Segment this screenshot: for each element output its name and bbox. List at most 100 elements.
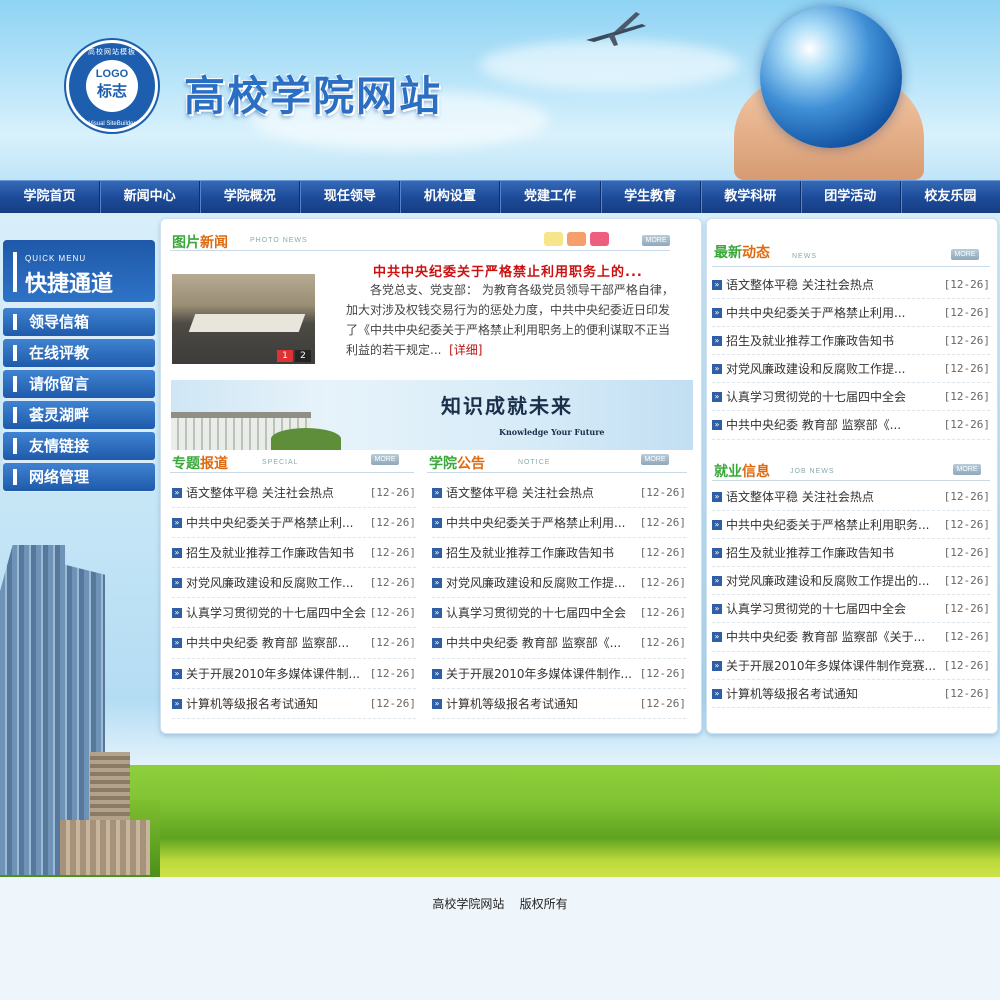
logo-center: LOGO 标志	[86, 60, 138, 112]
footer-copyright: 高校学院网站 版权所有	[432, 897, 568, 911]
divider	[170, 472, 414, 473]
jobs-list: » 语文整体平稳 关注社会热点 [12-26] » 中共中央纪委关于严格禁止利用职务.…	[712, 483, 990, 708]
special-list: » 语文整体平稳 关注社会热点 [12-26] » 中共中央纪委关于严格禁止利...[…	[172, 478, 416, 719]
nav-item-departments[interactable]: 机构设置	[400, 181, 501, 213]
latest-more-button[interactable]: MORE	[951, 249, 979, 260]
list-item[interactable]: » 招生及就业推荐工作廉政告知书 [12-26]	[712, 539, 990, 568]
news-detail-link[interactable]: [详细]	[449, 343, 482, 357]
list-item[interactable]: » 认真学习贯彻党的十七届四中全会 [12-26]	[712, 383, 990, 412]
quick-item-evaluation[interactable]: 在线评教	[3, 339, 155, 367]
logo-ring-text: 高校网站模板	[88, 48, 136, 56]
nav-item-home[interactable]: 学院首页	[0, 181, 101, 213]
banner-title: 知识成就未来	[441, 394, 573, 418]
list-item[interactable]: » 中共中央纪委 教育部 监察部... [12-26]	[172, 628, 416, 659]
list-item[interactable]: » 中共中央纪委关于严格禁止利... [12-26]	[172, 508, 416, 539]
list-item[interactable]: » 认真学习贯彻党的十七届四中全会 [12-26]	[712, 595, 990, 624]
list-item[interactable]: » 计算机等级报名考试通知 [12-26]	[712, 680, 990, 708]
quick-item-label: 荟灵湖畔	[29, 406, 90, 424]
list-item[interactable]: » 中共中央纪委关于严格禁止利用... [12-26]	[432, 508, 686, 539]
list-item[interactable]: » 中共中央纪委关于严格禁止利用... [12-26]	[712, 299, 990, 328]
knowledge-banner[interactable]: 知识成就未来 Knowledge Your Future	[171, 380, 693, 450]
special-en: SPECIAL	[262, 459, 299, 466]
list-item[interactable]: » 关于开展2010年多媒体课件制作竞赛... [12-26]	[712, 652, 990, 680]
logo-word: LOGO	[95, 68, 129, 80]
globe-image	[760, 6, 902, 148]
site-logo[interactable]: 高校网站模板 LOGO 标志 Visual SiteBuilder	[66, 40, 158, 132]
quick-menu-header: QUICK MENU 快捷通道	[3, 240, 155, 302]
special-title: 专题报道	[172, 456, 228, 472]
list-item[interactable]: » 对党风廉政建设和反腐败工作... [12-26]	[172, 568, 416, 599]
photo-page-2[interactable]: 2	[295, 350, 311, 362]
quick-item-links[interactable]: 友情链接	[3, 432, 155, 460]
jobs-en: JOB NEWS	[790, 468, 835, 475]
notice-more-button[interactable]: MORE	[641, 454, 669, 465]
quick-item-mailbox[interactable]: 领导信箱	[3, 308, 155, 336]
photo-pager: 1 2	[277, 350, 311, 362]
list-item[interactable]: » 中共中央纪委关于严格禁止利用职务... [12-26]	[712, 511, 990, 540]
nav-item-alumni[interactable]: 校友乐园	[901, 181, 1000, 213]
color-dot-pink[interactable]	[590, 232, 609, 246]
notice-en: NOTICE	[518, 459, 551, 466]
color-switcher[interactable]	[544, 232, 609, 246]
list-item[interactable]: » 招生及就业推荐工作廉政告知书 [12-26]	[432, 538, 686, 569]
list-item[interactable]: » 对党风廉政建设和反腐败工作提... [12-26]	[712, 355, 990, 384]
color-dot-orange[interactable]	[567, 232, 586, 246]
main-nav: 学院首页 新闻中心 学院概况 现任领导 机构设置 党建工作 学生教育 教学科研 …	[0, 180, 1000, 213]
photo-page-1[interactable]: 1	[277, 350, 293, 362]
photo-news-en: PHOTO NEWS	[250, 237, 308, 244]
quick-item-label: 请你留言	[29, 375, 90, 393]
building-image	[60, 820, 150, 875]
nav-item-party[interactable]: 党建工作	[500, 181, 601, 213]
quick-item-lake[interactable]: 荟灵湖畔	[3, 401, 155, 429]
list-item[interactable]: » 招生及就业推荐工作廉政告知书 [12-26]	[712, 327, 990, 356]
divider	[712, 266, 990, 267]
list-item[interactable]: » 语文整体平稳 关注社会热点 [12-26]	[172, 478, 416, 509]
list-item[interactable]: » 认真学习贯彻党的十七届四中全会 [12-26]	[432, 598, 686, 629]
nav-item-students[interactable]: 学生教育	[601, 181, 701, 213]
nav-item-research[interactable]: 教学科研	[701, 181, 801, 213]
list-item[interactable]: » 中共中央纪委 教育部 监察部《关于... [12-26]	[712, 623, 990, 652]
jobs-title: 就业信息	[714, 464, 770, 480]
color-dot-yellow[interactable]	[544, 232, 563, 246]
list-item[interactable]: » 招生及就业推荐工作廉政告知书 [12-26]	[172, 538, 416, 569]
list-item[interactable]: » 关于开展2010年多媒体课件制作... [12-26]	[432, 659, 686, 689]
logo-ring-bottom: Visual SiteBuilder	[88, 121, 136, 127]
list-item[interactable]: » 语文整体平稳 关注社会热点 [12-26]	[712, 483, 990, 512]
quick-menu-en: QUICK MENU	[25, 254, 87, 263]
list-item[interactable]: » 计算机等级报名考试通知 [12-26]	[172, 689, 416, 719]
special-more-button[interactable]: MORE	[371, 454, 399, 465]
list-item[interactable]: » 对党风廉政建设和反腐败工作提... [12-26]	[432, 568, 686, 599]
airplane-icon	[586, 12, 646, 46]
photo-news-more-button[interactable]: MORE	[642, 235, 670, 246]
nav-item-overview[interactable]: 学院概况	[200, 181, 301, 213]
quick-item-label: 在线评教	[29, 344, 90, 362]
list-item[interactable]: » 语文整体平稳 关注社会热点 [12-26]	[712, 271, 990, 300]
grass-field-image	[130, 765, 1000, 877]
list-item[interactable]: » 中共中央纪委 教育部 监察部《... [12-26]	[432, 628, 686, 659]
quick-item-label: 领导信箱	[29, 313, 90, 331]
list-item[interactable]: » 关于开展2010年多媒体课件制... [12-26]	[172, 659, 416, 689]
photo-news-title: 图片新闻	[172, 235, 228, 251]
notice-list: » 语文整体平稳 关注社会热点 [12-26] » 中共中央纪委关于严格禁止利用...…	[432, 478, 686, 719]
quick-item-message[interactable]: 请你留言	[3, 370, 155, 398]
site-title: 高校学院网站	[184, 72, 442, 120]
quick-item-admin[interactable]: 网络管理	[3, 463, 155, 491]
list-item[interactable]: » 认真学习贯彻党的十七届四中全会 [12-26]	[172, 598, 416, 629]
latest-title: 最新动态	[714, 245, 770, 261]
list-item[interactable]: » 对党风廉政建设和反腐败工作提出的... [12-26]	[712, 567, 990, 596]
latest-en: NEWS	[792, 253, 817, 260]
photo-table	[188, 314, 306, 332]
banner-trees	[271, 428, 341, 450]
logo-cn: 标志	[96, 82, 127, 100]
quick-item-label: 网络管理	[29, 468, 90, 486]
list-item[interactable]: » 语文整体平稳 关注社会热点 [12-26]	[432, 478, 686, 509]
quick-item-label: 友情链接	[29, 437, 90, 455]
list-item[interactable]: » 计算机等级报名考试通知 [12-26]	[432, 689, 686, 719]
news-headline[interactable]: 中共中央纪委关于严格禁止利用职务上的...	[373, 261, 643, 280]
nav-item-leaders[interactable]: 现任领导	[300, 181, 401, 213]
nav-item-activities[interactable]: 团学活动	[801, 181, 901, 213]
nav-item-news[interactable]: 新闻中心	[100, 181, 201, 213]
news-photo[interactable]: 1 2	[172, 274, 315, 364]
list-item[interactable]: » 中共中央纪委 教育部 监察部《... [12-26]	[712, 411, 990, 440]
jobs-more-button[interactable]: MORE	[953, 464, 981, 475]
